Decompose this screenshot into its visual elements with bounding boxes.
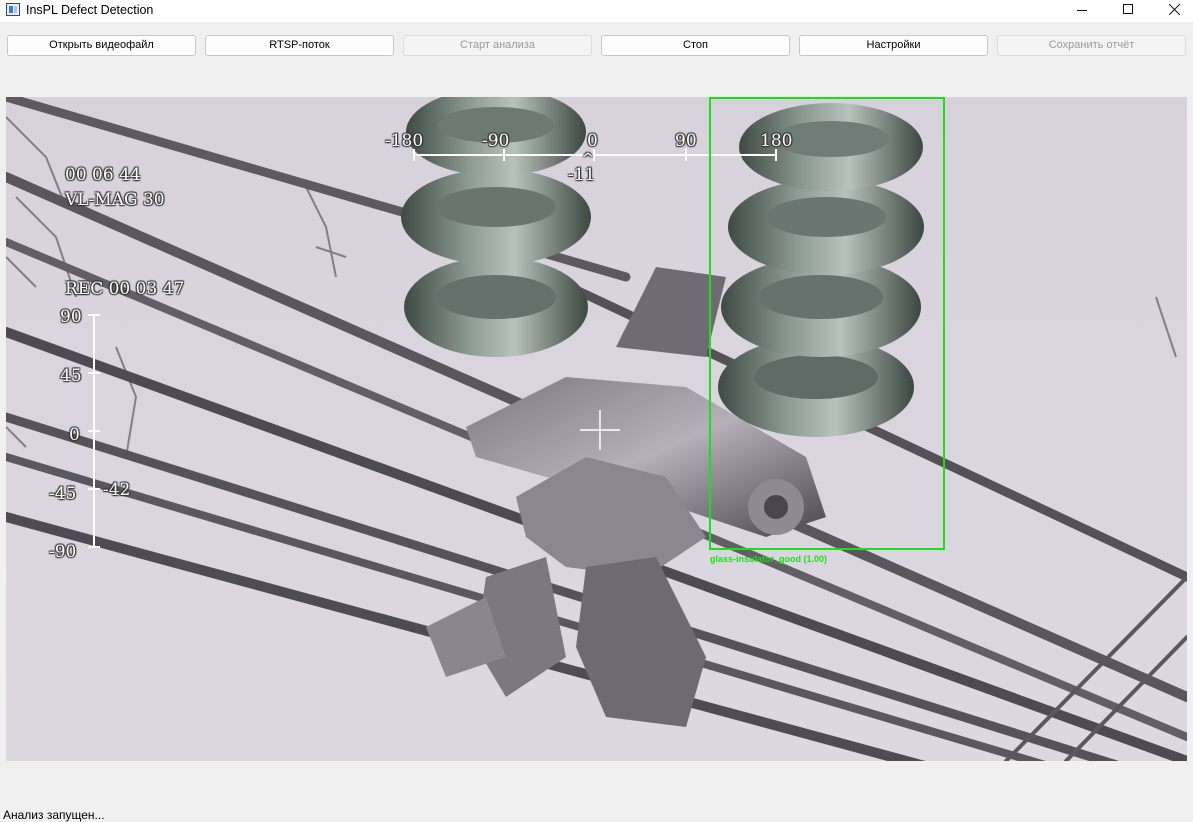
maximize-button[interactable] [1105,0,1151,22]
window-title: InsPL Defect Detection [26,3,154,17]
rtsp-stream-button[interactable]: RTSP-поток [205,35,394,56]
pan-value: -11 [568,165,596,185]
pan-tick-label: 180 [760,131,793,151]
settings-button[interactable]: Настройки [799,35,988,56]
title-bar[interactable]: InsPL Defect Detection [0,0,1193,22]
open-video-file-button[interactable]: Открыть видеофайл [7,35,196,56]
osd-time: 00 06 44 [65,165,141,185]
tilt-tick-label: 90 [60,307,82,327]
toolbar: Открыть видеофайл RTSP-поток Старт анали… [0,35,1193,57]
app-icon [6,3,20,16]
pan-tick-label: 0 [587,131,598,151]
video-scene [6,97,1187,761]
pan-tick-label: -180 [385,131,424,151]
save-report-button[interactable]: Сохранить отчёт [997,35,1186,56]
minimize-button[interactable] [1059,0,1105,22]
detection-label: glass-insulator_good (1.00) [710,554,828,564]
pan-tick-label: -90 [482,131,510,151]
osd-mag: VL-MAG 30 [65,190,165,210]
close-button[interactable] [1151,0,1193,22]
tilt-tick-label: 0 [69,425,80,445]
maximize-icon [1123,4,1133,14]
close-icon [1168,3,1181,16]
video-frame[interactable]: 00 06 44 VL-MAG 30 REC 00 03 47 -180 -90… [6,97,1187,761]
stop-button[interactable]: Стоп [601,35,790,56]
tilt-value: -42 [103,480,131,500]
start-analysis-button[interactable]: Старт анализа [403,35,592,56]
tilt-tick-label: -90 [49,542,77,562]
minimize-icon [1077,10,1087,11]
pan-tick-label: 90 [675,131,697,151]
tilt-tick-label: -45 [49,484,77,504]
tilt-tick-label: 45 [60,366,82,386]
osd-rec: REC 00 03 47 [65,279,185,299]
